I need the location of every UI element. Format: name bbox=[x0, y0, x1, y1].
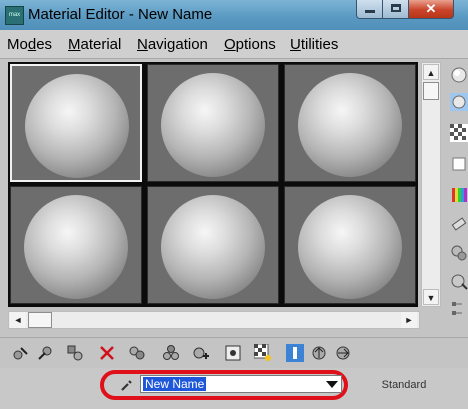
sample-slot[interactable] bbox=[147, 64, 279, 182]
menu-modes[interactable]: Modes bbox=[7, 36, 52, 53]
vertical-scrollbar[interactable]: ▲ ▼ bbox=[421, 62, 441, 307]
scroll-left-button[interactable]: ◄ bbox=[10, 312, 26, 328]
eyedropper-icon[interactable] bbox=[120, 378, 134, 392]
sample-slot[interactable] bbox=[284, 186, 416, 304]
menu-utilities[interactable]: Utilities bbox=[290, 36, 338, 53]
go-to-parent-icon[interactable] bbox=[310, 344, 328, 362]
menu-accelerator: N bbox=[137, 36, 148, 53]
put-material-icon[interactable] bbox=[36, 344, 54, 362]
make-copy-icon[interactable] bbox=[128, 344, 146, 362]
menu-label: ptions bbox=[235, 36, 276, 53]
material-type-button[interactable]: Standard bbox=[354, 376, 454, 394]
minimize-icon bbox=[365, 10, 375, 13]
minimize-button[interactable] bbox=[356, 0, 384, 19]
material-map-navigator-icon[interactable] bbox=[450, 300, 468, 318]
horizontal-scroll-thumb[interactable] bbox=[28, 312, 52, 328]
material-name-value[interactable]: New Name bbox=[143, 377, 207, 391]
make-preview-icon[interactable] bbox=[450, 215, 468, 233]
close-icon: ✕ bbox=[425, 1, 437, 16]
sample-sphere bbox=[298, 73, 402, 177]
material-name-dropdown[interactable] bbox=[321, 376, 341, 392]
make-unique-icon[interactable] bbox=[162, 344, 180, 362]
arrow-up-icon: ▲ bbox=[426, 68, 436, 78]
material-name-field[interactable]: New Name bbox=[140, 375, 342, 393]
put-to-library-icon[interactable] bbox=[192, 344, 210, 362]
sample-sphere bbox=[24, 195, 128, 299]
app-logo-icon[interactable]: max bbox=[5, 6, 24, 25]
assign-material-icon[interactable] bbox=[66, 344, 84, 362]
menu-navigation[interactable]: Navigation bbox=[137, 36, 208, 53]
menu-accelerator: d bbox=[27, 36, 37, 53]
menu-options[interactable]: Options bbox=[224, 36, 276, 53]
side-toolbar bbox=[446, 62, 468, 327]
video-color-check-icon[interactable] bbox=[450, 186, 468, 204]
sample-slot[interactable] bbox=[10, 64, 142, 182]
arrow-down-icon: ▼ bbox=[426, 293, 436, 303]
scroll-up-button[interactable]: ▲ bbox=[423, 64, 439, 80]
material-toolbar bbox=[0, 337, 468, 368]
sample-sphere bbox=[161, 73, 265, 177]
sample-type-sphere-icon[interactable] bbox=[450, 66, 468, 84]
menu-label: Mo bbox=[7, 36, 28, 53]
go-forward-to-sibling-icon[interactable] bbox=[334, 344, 352, 362]
sample-uv-tiling-icon[interactable] bbox=[450, 155, 468, 173]
vertical-scroll-thumb[interactable] bbox=[423, 82, 439, 100]
scroll-right-button[interactable]: ► bbox=[401, 312, 417, 328]
sample-sphere bbox=[161, 195, 265, 299]
menu-accelerator: U bbox=[290, 36, 301, 53]
menu-accelerator: M bbox=[68, 36, 81, 53]
maximize-icon bbox=[391, 4, 401, 12]
material-id-channel-icon[interactable] bbox=[224, 344, 242, 362]
sample-type-options-icon[interactable] bbox=[450, 93, 468, 111]
select-by-material-icon[interactable] bbox=[450, 272, 468, 290]
reset-map-icon[interactable] bbox=[98, 344, 116, 362]
horizontal-scrollbar[interactable]: ◄ ► bbox=[8, 311, 420, 329]
show-map-in-viewport-icon[interactable] bbox=[254, 344, 272, 362]
show-end-result-icon[interactable] bbox=[286, 344, 304, 362]
arrow-right-icon: ► bbox=[404, 315, 414, 325]
menu-accelerator: O bbox=[224, 36, 236, 53]
sample-sphere bbox=[298, 195, 402, 299]
menu-label: tilities bbox=[300, 36, 339, 53]
sample-slot-grid bbox=[8, 62, 418, 307]
scroll-down-button[interactable]: ▼ bbox=[423, 289, 439, 305]
window-title: Material Editor - New Name bbox=[28, 6, 213, 23]
title-bar: max Material Editor - New Name ✕ bbox=[0, 0, 468, 30]
menu-label: avigation bbox=[147, 36, 208, 53]
background-checker-icon[interactable] bbox=[450, 124, 468, 142]
menu-label: es bbox=[36, 36, 53, 53]
menu-material[interactable]: Material bbox=[68, 36, 121, 53]
get-material-icon[interactable] bbox=[12, 344, 30, 362]
menu-label: aterial bbox=[80, 36, 122, 53]
options-icon[interactable] bbox=[450, 244, 468, 262]
sample-sphere bbox=[25, 74, 129, 178]
arrow-left-icon: ◄ bbox=[13, 315, 23, 325]
close-button[interactable]: ✕ bbox=[408, 0, 454, 19]
maximize-button[interactable] bbox=[382, 0, 410, 19]
sample-slot[interactable] bbox=[10, 186, 142, 304]
sample-slot[interactable] bbox=[284, 64, 416, 182]
sample-slot[interactable] bbox=[147, 186, 279, 304]
menu-bar: Modes Material Navigation Options Utilit… bbox=[0, 30, 468, 59]
material-name-row: New Name Standard bbox=[0, 368, 468, 409]
